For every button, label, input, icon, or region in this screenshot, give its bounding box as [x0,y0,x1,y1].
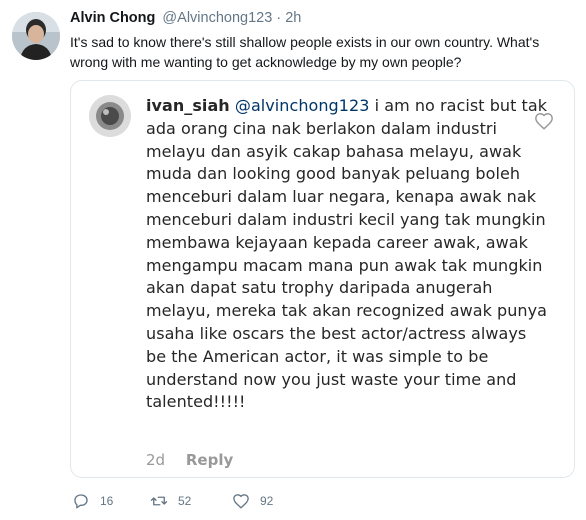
comment-mention: @alvinchong123 [234,96,370,115]
like-heart-icon [233,494,249,509]
author-name[interactable]: Alvin Chong [70,10,155,26]
commenter-photo-icon [89,95,131,137]
header-separator: · [276,10,282,26]
avatar-photo-icon [12,12,60,60]
heart-outline-icon [535,112,553,130]
comment-body: i am no racist but tak ada orang cina na… [146,96,548,412]
like-count: 92 [260,494,274,508]
comment-reply-label: Reply [185,451,234,469]
commenter-username: ivan_siah [146,96,230,115]
tweet: Alvin Chong @Alvinchong123 · 2h It's sad… [0,0,586,520]
retweet-button[interactable]: 52 [150,491,191,511]
comment-text: ivan_siah @alvinchong123 i am no racist … [146,95,551,414]
comment-meta: 2d Reply [146,451,233,469]
embedded-image[interactable]: ivan_siah @alvinchong123 i am no racist … [70,80,575,478]
reply-icon [74,494,88,509]
retweet-icon [150,496,168,506]
like-button[interactable]: 92 [232,491,273,511]
tweet-time[interactable]: 2h [285,10,301,26]
reply-count: 16 [100,494,114,508]
tweet-text: It's sad to know there's still shallow p… [70,34,540,70]
reply-button[interactable]: 16 [72,491,113,511]
retweet-count: 52 [178,494,192,508]
author-handle[interactable]: @Alvinchong123 [162,10,272,26]
author-avatar[interactable] [12,12,60,60]
comment-age: 2d [146,451,166,469]
tweet-header: Alvin Chong @Alvinchong123 · 2h [70,10,301,26]
commenter-avatar [89,95,131,137]
